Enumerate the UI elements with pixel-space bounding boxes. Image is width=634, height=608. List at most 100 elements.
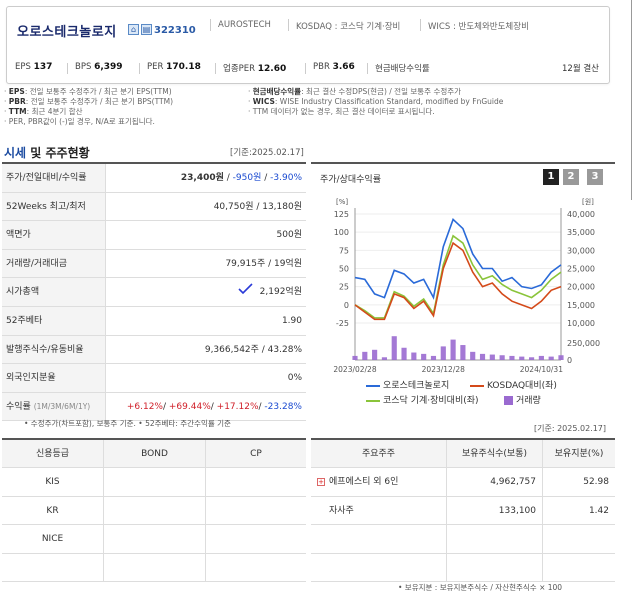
market-data-table: 주가/전일대비/수익률 23,400원 / -950원 / -3.90% 52W… xyxy=(2,162,306,422)
column-header: CP xyxy=(250,449,262,459)
right-tick-label: 20,000 xyxy=(567,283,595,292)
left-tick-label: 100 xyxy=(334,228,349,237)
left-tick-label: 75 xyxy=(339,246,349,255)
chart-title: 주가/상대수익률 xyxy=(320,175,381,185)
row-label: 수익률 (1M/3M/6M/1Y) xyxy=(2,392,106,421)
table-header: 신용등급 BOND CP xyxy=(2,440,306,468)
bond-rating xyxy=(104,525,206,553)
holder-shares: 133,100 xyxy=(447,496,543,525)
volume-bar xyxy=(538,355,544,360)
row-label: 52Weeks 최고/최저 xyxy=(2,192,106,221)
right-tick-label: 25,000 xyxy=(567,265,595,274)
right-tick-label: 15,000 xyxy=(567,301,595,310)
stat-industry-per: 업종PER 12.60 xyxy=(223,64,287,74)
table-row xyxy=(311,525,615,554)
divider xyxy=(288,19,289,31)
cp-rating xyxy=(206,554,306,582)
agency-name: KR xyxy=(2,496,104,525)
row-label: 액면가 xyxy=(2,221,106,249)
holder-name xyxy=(311,525,447,553)
legend-swatch xyxy=(504,396,513,405)
english-name: AUROSTECH xyxy=(218,20,271,30)
note-line: · TTM 데이터가 없는 경우, 최근 결산 데이터로 표시됩니다. xyxy=(248,107,435,116)
wics-label: WICS : 반도체와반도체장비 xyxy=(428,22,529,32)
divider xyxy=(210,19,211,31)
section-title: 시세 및 주주현황 xyxy=(4,146,90,160)
legend-item: 코스닥 기계·장비대비(좌) xyxy=(366,393,479,406)
volume-bar xyxy=(509,355,515,360)
expand-icon[interactable]: + xyxy=(317,477,325,486)
chart-page-button[interactable]: 3 xyxy=(587,169,603,185)
table-row: NICE xyxy=(2,525,306,554)
left-tick-label: -25 xyxy=(336,319,349,328)
row-value: 40,750원 / 13,180원 xyxy=(213,201,302,212)
column-header: 보유지분(%) xyxy=(554,449,604,459)
agency-name: KIS xyxy=(2,468,104,496)
row-value: 9,366,542주 / 43.28% xyxy=(204,344,302,355)
legend-item: KOSDAQ대비(좌) xyxy=(470,378,557,391)
column-header: 주요주주 xyxy=(311,440,447,467)
volume-tick-label: 0 xyxy=(567,356,572,365)
legend-swatch xyxy=(470,384,484,387)
series-line xyxy=(354,218,562,300)
market-label: KOSDAQ : 코스닥 기계·장비 xyxy=(296,22,401,32)
row-value: 1.90 xyxy=(281,315,302,326)
legend-item: 거래량 xyxy=(504,393,541,406)
stat-eps: EPS 137 xyxy=(15,62,53,72)
series-line xyxy=(354,234,562,319)
credit-rating-table: 신용등급 BOND CP KIS KR NICE xyxy=(2,438,306,583)
volume-bar xyxy=(421,353,427,360)
row-value: 2,192억원 xyxy=(259,287,302,298)
right-unit-label: [원] xyxy=(582,197,594,206)
row-label: 거래량/거래대금 xyxy=(2,249,106,278)
chart-page-button[interactable]: 1 xyxy=(543,169,559,185)
home-icon[interactable]: ⌂ xyxy=(128,24,139,35)
chart-page-button[interactable]: 2 xyxy=(563,169,579,185)
table-row: 시가총액 2,192억원 xyxy=(2,278,306,307)
building-icon[interactable]: ▤ xyxy=(141,24,152,35)
volume-bar xyxy=(489,354,495,360)
legend-swatch xyxy=(366,384,380,387)
row-value: +6.12%/ +69.44%/ +17.12%/ -23.28% xyxy=(126,401,302,412)
volume-bar xyxy=(381,357,388,360)
bond-rating xyxy=(104,496,206,525)
row-value: 0% xyxy=(287,373,302,384)
row-label: 외국인지분율 xyxy=(2,364,106,392)
column-header: 보유주식수(보통) xyxy=(447,440,543,467)
volume-bar xyxy=(558,355,564,360)
x-tick-label: 2023/02/28 xyxy=(333,365,376,374)
legend-swatch xyxy=(366,399,380,402)
table-row: 52Weeks 최고/최저 40,750원 / 13,180원 xyxy=(2,192,306,222)
holder-name: + 에프에스티 외 6인 xyxy=(311,468,447,496)
left-unit-label: [%] xyxy=(336,198,348,206)
volume-bar xyxy=(479,353,486,360)
note-line: · 현금배당수익률: 최근 결산 수정DPS(현금) / 전일 보통주 수정주가 xyxy=(248,87,462,96)
holder-shares: 4,962,757 xyxy=(447,468,543,496)
left-tick-label: 125 xyxy=(334,210,349,219)
volume-bar xyxy=(470,351,476,360)
row-label: 시가총액 xyxy=(2,278,106,306)
table-header: 주요주주 보유주식수(보통) 보유지분(%) xyxy=(311,440,615,468)
chart-header-rule xyxy=(311,162,615,164)
divider xyxy=(215,63,216,74)
x-tick-label: 2023/12/28 xyxy=(422,365,465,374)
volume-bar xyxy=(460,345,466,360)
volume-bar xyxy=(548,356,554,360)
holder-percent xyxy=(543,525,615,553)
holder-percent: 1.42 xyxy=(588,505,609,516)
legend-item: 오로스테크놀로지 xyxy=(366,378,449,391)
stat-dividend-yield: 현금배당수익률 xyxy=(375,64,430,74)
volume-bar xyxy=(450,339,456,360)
right-tick-label: 35,000 xyxy=(567,228,595,237)
left-tick-label: 0 xyxy=(344,301,349,310)
note-line: · EPS: 전일 보통주 수정주가 / 최근 분기 EPS(TTM) xyxy=(4,87,172,96)
cp-rating xyxy=(206,525,306,553)
table-footnote: • 수정주가(차트포함), 보통주 기준. • 52주베타: 주간수익률 기준 xyxy=(24,419,231,428)
table-row xyxy=(311,553,615,583)
stat-per: PER 170.18 xyxy=(147,62,201,72)
bond-rating xyxy=(104,553,206,582)
divider xyxy=(139,63,140,74)
divider xyxy=(367,63,368,74)
volume-bar xyxy=(499,355,505,360)
row-value: 79,915주 / 19억원 xyxy=(225,258,302,269)
